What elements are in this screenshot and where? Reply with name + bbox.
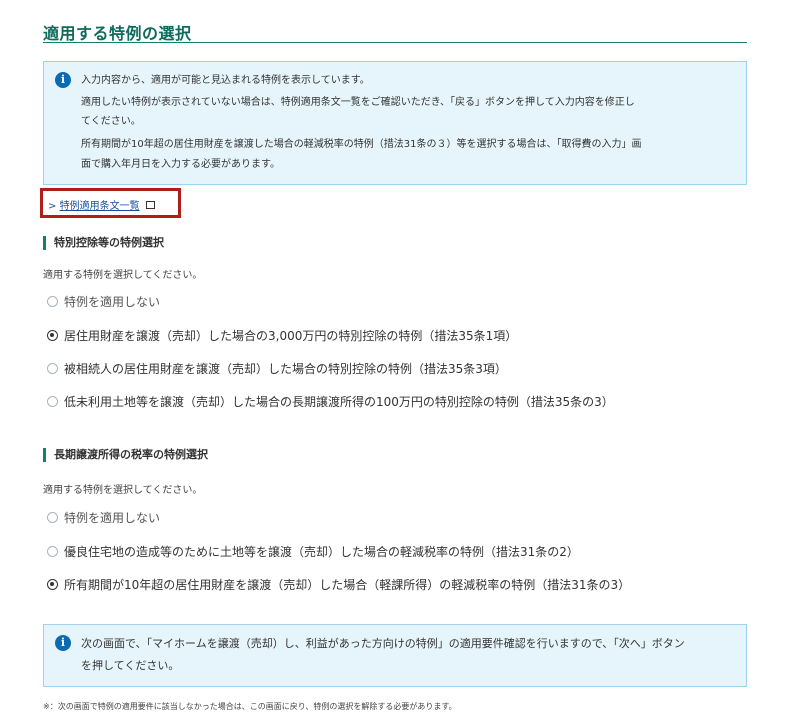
radio-circle <box>47 396 58 407</box>
radio-label: 被相続人の居住用財産を譲渡（売却）した場合の特別控除の特例（措法35条3項） <box>64 362 507 376</box>
title-divider <box>43 42 747 43</box>
info-box-next-step: i 次の画面で、「マイホームを譲渡（売却）し、利益があった方向けの特例」の適用要… <box>43 624 747 687</box>
radio-label: 特例を適用しない <box>64 295 161 309</box>
radio-circle <box>47 546 58 557</box>
info-icon: i <box>55 72 71 88</box>
radio-label: 低未利用土地等を譲渡（売却）した場合の長期譲渡所得の100万円の特別控除の特例（… <box>64 395 614 409</box>
info-text-line: 次の画面で、「マイホームを譲渡（売却）し、利益があった方向けの特例」の適用要件確… <box>81 637 685 650</box>
radio-circle <box>47 296 58 307</box>
info-text-line: 適用したい特例が表示されていない場合は、特例適用条文一覧をご確認いただき、「戻る… <box>81 97 635 108</box>
section-hint: 適用する特例を選択してください。 <box>43 485 203 496</box>
radio-label: 優良住宅地の造成等のために土地等を譲渡（売却）した場合の軽減税率の特例（措法31… <box>64 545 579 559</box>
info-box-notice: i 入力内容から、適用が可能と見込まれる特例を表示しています。 適用したい特例が… <box>43 61 747 185</box>
radio-10yr-residence-reduced-rate[interactable]: 所有期間が10年超の居住用財産を譲渡（売却）した場合（軽課所得）の軽減税率の特例… <box>47 576 630 593</box>
radio-inherited-residence-deduction[interactable]: 被相続人の居住用財産を譲渡（売却）した場合の特別控除の特例（措法35条3項） <box>47 360 507 377</box>
info-text-line: 面で購入年月日を入力する必要があります。 <box>81 159 280 170</box>
radio-label: 特例を適用しない <box>64 511 161 525</box>
page-title: 適用する特例の選択 <box>43 24 192 43</box>
info-text-line: 入力内容から、適用が可能と見込まれる特例を表示しています。 <box>81 75 370 86</box>
link-label: 特例適用条文一覧 <box>59 201 140 212</box>
radio-label: 居住用財産を譲渡（売却）した場合の3,000万円の特別控除の特例（措法35条1項… <box>64 329 518 343</box>
radio-residence-30m-deduction[interactable]: 居住用財産を譲渡（売却）した場合の3,000万円の特別控除の特例（措法35条1項… <box>47 327 517 344</box>
radio-label: 所有期間が10年超の居住用財産を譲渡（売却）した場合（軽課所得）の軽減税率の特例… <box>64 578 631 592</box>
info-text-line: を押してください。 <box>81 659 180 672</box>
radio-underused-land-deduction[interactable]: 低未利用土地等を譲渡（売却）した場合の長期譲渡所得の100万円の特別控除の特例（… <box>47 393 614 410</box>
radio-circle-selected <box>47 330 58 341</box>
info-text-line: 所有期間が10年超の居住用財産を譲渡した場合の軽減税率の特例（措法31条の３）等… <box>81 139 642 150</box>
section-heading-special-deduction: 特別控除等の特例選択 <box>43 236 164 250</box>
radio-no-reduced-rate[interactable]: 特例を適用しない <box>47 509 160 526</box>
radio-no-special-deduction[interactable]: 特例を適用しない <box>47 293 160 310</box>
chevron-right-icon: > <box>48 201 57 212</box>
radio-circle-selected <box>47 579 58 590</box>
external-window-icon <box>145 201 155 209</box>
footnote: ※：次の画面で特例の適用要件に該当しなかった場合は、この画面に戻り、特例の選択を… <box>43 702 457 711</box>
section-heading-long-term-tax-rate: 長期譲渡所得の税率の特例選択 <box>43 448 208 462</box>
info-text-line: てください。 <box>81 116 141 127</box>
special-provisions-list-link[interactable]: > 特例適用条文一覧 <box>48 197 155 212</box>
radio-circle <box>47 512 58 523</box>
info-icon: i <box>55 635 71 651</box>
section-hint: 適用する特例を選択してください。 <box>43 270 203 281</box>
radio-quality-housing-reduced-rate[interactable]: 優良住宅地の造成等のために土地等を譲渡（売却）した場合の軽減税率の特例（措法31… <box>47 543 579 560</box>
radio-circle <box>47 363 58 374</box>
